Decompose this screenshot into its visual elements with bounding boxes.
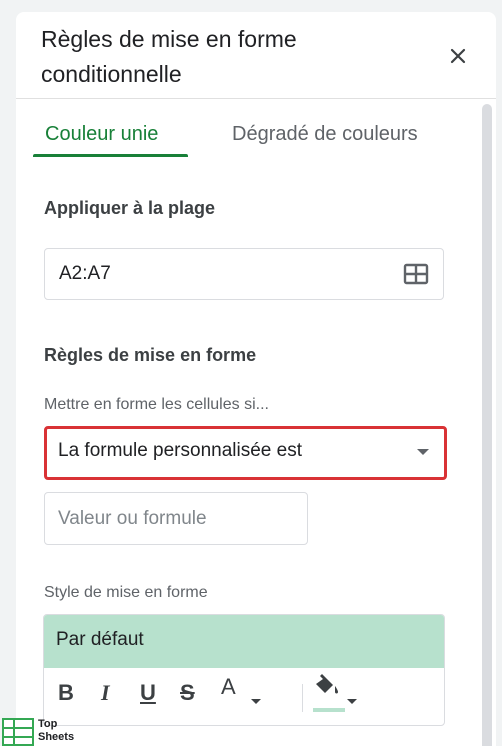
underline-button[interactable]: U [140,678,156,708]
select-range-button[interactable] [403,263,429,285]
tab-single-color[interactable]: Couleur unie [45,120,158,148]
range-input[interactable]: A2:A7 [44,248,444,300]
logo-line-sheets: Sheets [38,731,75,743]
condition-label: Mettre en forme les cellules si... [44,396,269,413]
panel-title: Règles de mise en forme conditionnelle [41,26,297,87]
panel-scrollbar[interactable] [482,104,492,746]
range-value: A2:A7 [59,263,111,284]
condition-dropdown[interactable]: La formule personnalisée est [44,426,447,480]
value-or-formula-input[interactable] [44,492,308,545]
toolbar-divider [302,684,303,712]
style-preset-dropdown[interactable]: Par défaut [44,615,444,668]
fill-color-caret-icon [347,699,357,704]
close-button[interactable] [442,40,474,72]
condition-value: La formule personnalisée est [58,440,302,461]
tab-color-scale[interactable]: Dégradé de couleurs [232,120,418,148]
grid-select-icon [403,263,429,285]
format-toolbar: B I U S A [44,668,444,725]
fill-color-swatch [313,708,345,712]
chevron-down-icon [417,449,429,455]
text-color-button[interactable]: A [221,672,236,702]
fill-color-icon [316,674,338,694]
formatting-style-box: Par défaut B I U S A [43,614,445,726]
bold-button[interactable]: B [58,678,74,708]
italic-button[interactable]: I [101,678,110,708]
logo-line-top: Top [38,718,58,730]
strikethrough-button[interactable]: S [180,678,195,708]
panel-header: Règles de mise en forme conditionnelle [16,12,496,99]
spreadsheet-logo-icon [2,718,34,746]
format-rules-title: Règles de mise en forme [44,345,257,365]
conditional-format-panel: Règles de mise en forme conditionnelle C… [16,12,496,746]
style-preset-label: Par défaut [56,629,144,650]
top-sheets-logo: Top Sheets [2,718,92,746]
fill-color-button[interactable] [314,674,344,707]
close-icon [450,48,466,64]
apply-range-title: Appliquer à la plage [44,198,216,218]
formatting-style-label: Style de mise en forme [44,584,208,601]
active-tab-indicator [33,154,188,157]
text-color-caret-icon [251,699,261,704]
logo-text: Top Sheets [38,718,74,744]
